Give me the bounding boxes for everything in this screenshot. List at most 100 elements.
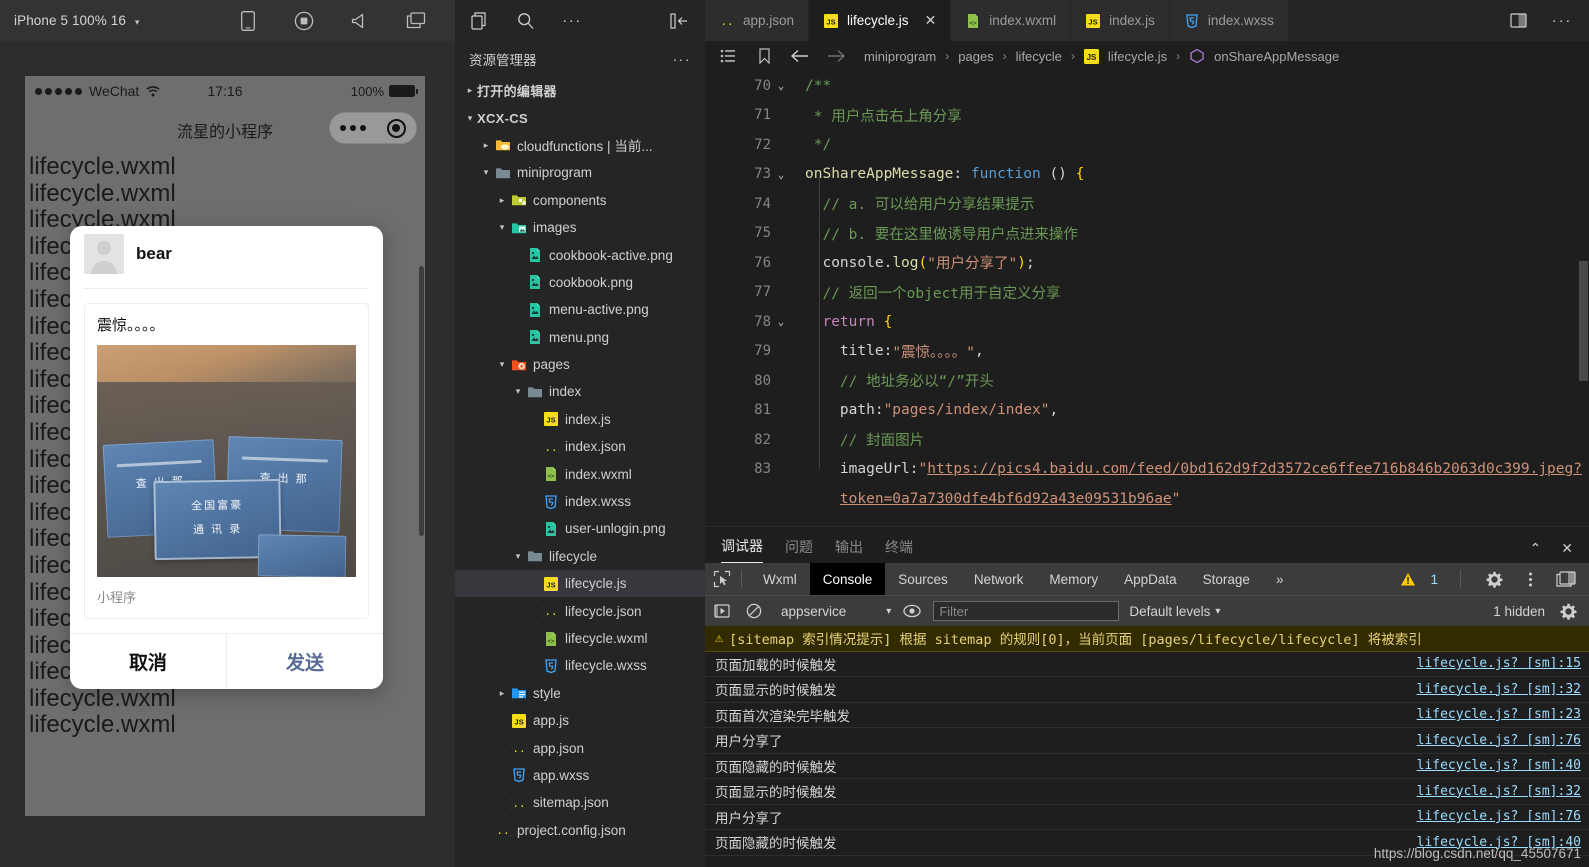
new-file-icon[interactable] [469,10,491,32]
explorer-item-app.wxss[interactable]: app.wxss [455,762,705,789]
breadcrumb-item-4[interactable]: onShareAppMessage [1214,49,1339,64]
device-selector[interactable]: iPhone 5 100% 16 ▾ [14,13,139,28]
scrollbar-thumb[interactable] [1579,261,1588,381]
kebab-menu-icon[interactable] [1519,568,1541,590]
devtools-tab-network[interactable]: Network [961,563,1037,595]
explorer-item-images[interactable]: ▾ images [455,214,705,241]
explorer-item-sitemap.json[interactable]: {..} sitemap.json [455,789,705,816]
panel-tab-terminal[interactable]: 终端 [885,537,913,563]
explorer-item-project.config.json[interactable]: {..} project.config.json [455,817,705,844]
code-line[interactable]: title: "震惊。。。。", [805,337,1589,367]
explorer-item-miniprogram[interactable]: ▾ miniprogram [455,159,705,186]
console-context-select[interactable]: appservice ▾ [775,604,891,619]
back-arrow-icon[interactable] [789,45,811,67]
console-row[interactable]: 页面加载的时候触发 lifecycle.js? [sm]:15 [705,652,1589,677]
fold-chevron-icon[interactable]: ⌄ [771,79,791,92]
collapse-panel-icon[interactable]: ⌃ [1530,540,1542,557]
bookmark-icon[interactable] [753,45,775,67]
chevron-down-icon[interactable]: ▾ [511,386,525,397]
editor-tab-index-js[interactable]: JS index.js [1071,0,1170,41]
close-tab-icon[interactable]: ✕ [925,12,937,29]
code-line[interactable]: // 地址务必以“/”开头 [805,366,1589,396]
explorer-item-user-unlogin.png[interactable]: user-unlogin.png [455,515,705,542]
panel-tab-debugger[interactable]: 调试器 [721,536,763,563]
explorer-item-pages[interactable]: ▾ pages [455,351,705,378]
chevron-down-icon[interactable]: ▾ [495,222,509,233]
editor-tab-lifecycle-js[interactable]: JS lifecycle.js ✕ [809,0,952,41]
console-row[interactable]: 页面首次渲染完毕触发 lifecycle.js? [sm]:23 [705,703,1589,728]
editor-vertical-scrollbar[interactable] [1578,71,1589,526]
phone-icon[interactable] [237,10,259,32]
console-source-link[interactable]: lifecycle.js? [sm]:76 [1417,809,1581,824]
explorer-item-index.wxss[interactable]: index.wxss [455,488,705,515]
explorer-item-app.json[interactable]: {..} app.json [455,734,705,761]
breadcrumb-item-1[interactable]: pages [958,49,993,64]
warning-triangle-icon[interactable] [1400,568,1416,590]
editor-tab-index-wxml[interactable]: <> index.wxml [951,0,1072,41]
explorer-item-menu-active.png[interactable]: menu-active.png [455,296,705,323]
devtools-tab-overflow[interactable]: » [1263,563,1297,595]
explorer-item-cookbook-active.png[interactable]: cookbook-active.png [455,241,705,268]
breadcrumb-item-0[interactable]: miniprogram [864,49,936,64]
inspect-element-icon[interactable] [711,568,733,590]
console-source-link[interactable]: lifecycle.js? [sm]:76 [1417,733,1581,748]
devtools-tab-storage[interactable]: Storage [1190,563,1263,595]
dock-icon[interactable] [1555,568,1577,590]
explorer-item-index.js[interactable]: JS index.js [455,406,705,433]
chevron-down-icon[interactable]: ▾ [479,167,493,178]
explorer-item-xcx-cs[interactable]: ▾ XCX-CS [455,104,705,131]
breadcrumb-item-2[interactable]: lifecycle [1016,49,1062,64]
code-line[interactable]: // b. 要在这里做诱导用户点进来操作 [805,219,1589,249]
more-menu-icon[interactable] [340,125,367,131]
code-content[interactable]: /** * 用户点击右上角分享 */ onShareAppMessage: fun… [797,71,1589,526]
console-source-link[interactable]: lifecycle.js? [sm]:15 [1417,656,1581,671]
editor-tab-app-json[interactable]: {..} app.json [705,0,810,41]
chevron-down-icon[interactable]: ▾ [511,551,525,562]
console-row[interactable]: 用户分享了 lifecycle.js? [sm]:76 [705,805,1589,830]
phone-scrollbar[interactable] [419,266,424,536]
explorer-item-index.wxml[interactable]: <> index.wxml [455,460,705,487]
chevron-down-icon[interactable]: ▾ [463,113,477,124]
code-editor[interactable]: 70 ⌄ 71 72 73 ⌄ 74 75 76 77 78 ⌄ 79 80 81 82 83 /** * 用户… [705,71,1589,526]
chevron-right-icon[interactable]: ▸ [495,195,509,206]
code-line[interactable]: console. log("用户分享了"); [805,248,1589,278]
code-line[interactable]: path: "pages/index/index", [805,396,1589,426]
explorer-item-lifecycle.json[interactable]: {..} lifecycle.json [455,597,705,624]
forward-arrow-icon[interactable] [825,45,847,67]
explorer-item--[interactable]: ▸ 打开的编辑器 [455,77,705,104]
console-levels-select[interactable]: Default levels ▾ [1129,604,1220,619]
devtools-tab-memory[interactable]: Memory [1036,563,1111,595]
console-source-link[interactable]: lifecycle.js? [sm]:32 [1417,784,1581,799]
fold-chevron-icon[interactable]: ⌄ [771,168,791,181]
panel-tab-output[interactable]: 输出 [835,537,863,563]
chevron-right-icon[interactable]: ▸ [463,85,477,96]
console-source-link[interactable]: lifecycle.js? [sm]:40 [1417,758,1581,773]
explorer-item-components[interactable]: ▸ components [455,187,705,214]
devtools-tab-console[interactable]: Console [809,563,886,595]
explorer-item-lifecycle.wxml[interactable]: <> lifecycle.wxml [455,625,705,652]
console-row[interactable]: 页面显示的时候触发 lifecycle.js? [sm]:32 [705,779,1589,805]
breadcrumb-item-3[interactable]: lifecycle.js [1108,49,1167,64]
multiscreen-icon[interactable] [405,10,427,32]
send-button[interactable]: 发送 [227,634,383,689]
console-row[interactable]: ⚠ [sitemap 索引情况提示] 根据 sitemap 的规则[0]，当前页面… [705,626,1589,652]
code-line[interactable]: onShareAppMessage: function () { [805,160,1589,190]
collapse-sidebar-icon[interactable] [669,10,691,32]
chevron-right-icon[interactable]: ▸ [495,688,509,699]
chevron-right-icon[interactable]: ▸ [479,140,493,151]
explorer-item-cookbook.png[interactable]: cookbook.png [455,269,705,296]
code-line[interactable]: // 返回一个object用于自定义分享 [805,278,1589,308]
editor-tab-index-wxss[interactable]: index.wxss [1169,0,1289,41]
devtools-tab-appdata[interactable]: AppData [1111,563,1190,595]
code-line[interactable]: return { [805,307,1589,337]
console-row[interactable]: 页面显示的时候触发 lifecycle.js? [sm]:32 [705,677,1589,703]
explorer-item-menu.png[interactable]: menu.png [455,324,705,351]
console-output[interactable]: ⚠ [sitemap 索引情况提示] 根据 sitemap 的规则[0]，当前页面… [705,626,1589,867]
settings-gear-icon[interactable] [1557,600,1579,622]
explorer-item-lifecycle[interactable]: ▾ lifecycle [455,543,705,570]
code-line[interactable]: * 用户点击右上角分享 [805,101,1589,131]
explorer-item-lifecycle.wxss[interactable]: lifecycle.wxss [455,652,705,679]
execute-icon[interactable] [711,600,733,622]
code-line[interactable]: // a. 可以给用户分享结果提示 [805,189,1589,219]
explorer-item-lifecycle.js[interactable]: JS lifecycle.js [455,570,705,598]
